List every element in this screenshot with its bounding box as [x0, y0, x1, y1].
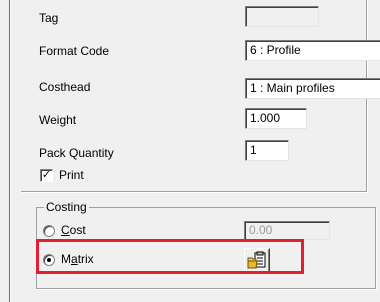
costhead-label: Costhead	[39, 80, 91, 94]
cost-field: 0.00	[244, 221, 330, 240]
weight-label: Weight	[39, 113, 77, 127]
costhead-dropdown[interactable]: 1 : Main profiles	[245, 78, 380, 99]
costing-group-title: Costing	[44, 200, 89, 214]
highlight-box	[36, 239, 304, 274]
format-code-dropdown[interactable]: 6 : Profile	[245, 40, 380, 61]
panel-border-highlight	[10, 0, 11, 302]
format-code-label: Format Code	[39, 44, 110, 58]
tag-label: Tag	[39, 11, 59, 25]
print-checkbox[interactable]: ✓	[40, 169, 53, 182]
weight-field[interactable]: 1.000	[245, 108, 307, 129]
tag-field[interactable]	[245, 6, 319, 27]
pack-quantity-label: Pack Quantity	[39, 146, 114, 160]
pack-quantity-field[interactable]: 1	[245, 140, 289, 161]
print-label: Print	[59, 168, 84, 182]
cost-radio-label: Cost	[61, 223, 86, 237]
cost-radio[interactable]	[43, 225, 55, 237]
